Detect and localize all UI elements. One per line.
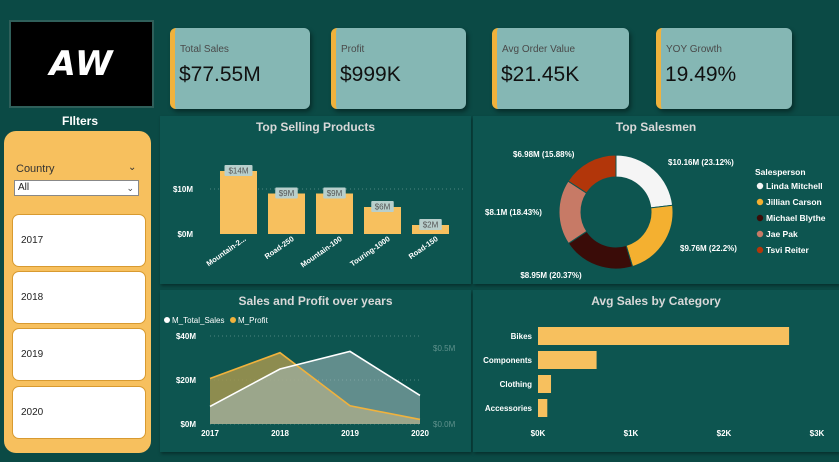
logo-text: AW <box>49 44 114 84</box>
bar <box>538 375 552 393</box>
kpi-card-profit: Profit $999K <box>331 28 466 109</box>
top-selling-products-panel: Top Selling Products $10M $0M $14M Mountain… <box>160 116 471 284</box>
legend-label: M_Total_Sales <box>172 316 224 325</box>
slice-label: $10.16M (23.12%) <box>668 158 734 167</box>
filters-panel: Country ⌄ All ⌄ 2017 2018 2019 2020 <box>4 131 151 453</box>
chart-title: Top Salesmen <box>615 120 697 134</box>
kpi-card-avg-order-value: Avg Order Value $21.45K <box>492 28 629 109</box>
slice-label: $6.98M (15.88%) <box>513 150 575 159</box>
bar <box>538 351 597 369</box>
chart-title: Sales and Profit over years <box>238 294 393 308</box>
logo: AW <box>9 20 154 108</box>
y-tick-label: Accessories <box>485 404 533 413</box>
sales-profit-panel: Sales and Profit over years M_Total_Sale… <box>160 290 471 452</box>
legend-marker <box>756 198 764 206</box>
y-tick-label: Bikes <box>511 332 533 341</box>
y-tick-label: $40M <box>176 332 196 341</box>
y-tick-label: $0M <box>177 230 193 239</box>
legend-marker <box>756 214 764 222</box>
x-tick-label: 2020 <box>411 429 429 438</box>
y-tick-label: Clothing <box>500 380 533 389</box>
kpi-card-yoy-growth: YOY Growth 19.49% <box>656 28 792 109</box>
year-button-2019[interactable]: 2019 <box>12 328 146 381</box>
x-tick-label: Road-250 <box>263 234 296 261</box>
avg-sales-category-chart: Bikes Components Clothing Accessories $0K $1K… <box>483 327 825 438</box>
top-salesmen-chart: $10.16M (23.12%) $9.76M (22.2%) $8.95M (20… <box>485 150 826 280</box>
y-tick-label-right: $0.5M <box>433 344 456 353</box>
legend-label: Tsvi Reiter <box>766 245 810 255</box>
data-label: $14M <box>228 167 248 176</box>
legend-marker <box>164 317 170 323</box>
x-tick-label: $0K <box>531 429 546 438</box>
year-button-2020[interactable]: 2020 <box>12 386 146 439</box>
data-label: $6M <box>375 203 391 212</box>
y-tick-label: $10M <box>173 185 193 194</box>
country-dropdown[interactable]: All ⌄ <box>14 180 139 196</box>
kpi-value: 19.49% <box>665 63 737 86</box>
x-tick-label: $1K <box>624 429 639 438</box>
filters-title: FIlters <box>61 114 98 128</box>
x-tick-label: Road-150 <box>407 234 440 261</box>
chart-title: Avg Sales by Category <box>591 294 721 308</box>
bar <box>538 327 790 345</box>
y-tick-label: $20M <box>176 376 196 385</box>
kpi-label: YOY Growth <box>666 44 722 55</box>
y-tick-label: Components <box>483 356 532 365</box>
bar <box>538 399 548 417</box>
slice-label: $9.76M (22.2%) <box>680 244 737 253</box>
kpi-label: Avg Order Value <box>502 44 576 55</box>
kpi-label: Profit <box>341 44 365 55</box>
legend-marker <box>756 182 764 190</box>
country-dropdown-value: All <box>18 182 30 193</box>
legend-label: Michael Blythe <box>766 213 826 223</box>
bar <box>268 193 305 234</box>
donut-slice <box>615 154 674 209</box>
country-label: Country <box>16 163 55 175</box>
slice-label: $8.95M (20.37%) <box>520 271 582 280</box>
year-button-2018[interactable]: 2018 <box>12 271 146 324</box>
legend-marker <box>756 230 764 238</box>
data-label: $2M <box>423 221 439 230</box>
kpi-value: $77.55M <box>179 63 261 86</box>
chevron-down-icon[interactable]: ⌄ <box>128 162 136 173</box>
legend-marker <box>756 246 764 254</box>
x-tick-label: Mountain-2... <box>205 234 248 268</box>
legend-label: Linda Mitchell <box>766 181 823 191</box>
chevron-down-icon: ⌄ <box>126 183 134 193</box>
avg-sales-category-panel: Avg Sales by Category Bikes Components Clo… <box>473 290 839 452</box>
chart-title: Top Selling Products <box>255 120 376 134</box>
top-salesmen-panel: Top Salesmen $10.16M (23.12%) $9.76M (22.… <box>473 116 839 284</box>
slice-label: $8.1M (18.43%) <box>485 208 542 217</box>
top-selling-products-chart: $10M $0M $14M Mountain-2... $9M Road-250 $9M Mo… <box>173 165 465 269</box>
bar <box>220 171 257 234</box>
x-tick-label: Touring-1000 <box>348 234 391 268</box>
legend-label: M_Profit <box>238 316 269 325</box>
data-label: $9M <box>327 189 343 198</box>
x-tick-label: 2017 <box>201 429 219 438</box>
kpi-value: $999K <box>340 63 401 86</box>
sales-profit-chart: M_Total_Sales M_Profit $0M $20M $40M $0.0M $0.… <box>164 316 456 438</box>
kpi-label: Total Sales <box>180 44 229 55</box>
x-tick-label: $3K <box>810 429 825 438</box>
y-tick-label-right: $0.0M <box>433 420 456 429</box>
legend-label: Jae Pak <box>766 229 798 239</box>
donut-slice <box>625 204 674 268</box>
kpi-value: $21.45K <box>501 63 580 86</box>
legend-label: Jillian Carson <box>766 197 822 207</box>
data-label: $9M <box>279 189 295 198</box>
x-tick-label: Mountain-100 <box>299 234 344 269</box>
bar <box>316 193 353 234</box>
legend-marker <box>230 317 236 323</box>
kpi-card-total-sales: Total Sales $77.55M <box>170 28 310 109</box>
x-tick-label: 2019 <box>341 429 359 438</box>
x-tick-label: $2K <box>717 429 732 438</box>
legend-title: Salesperson <box>755 167 806 177</box>
y-tick-label: $0M <box>180 420 196 429</box>
x-tick-label: 2018 <box>271 429 289 438</box>
year-button-2017[interactable]: 2017 <box>12 214 146 267</box>
